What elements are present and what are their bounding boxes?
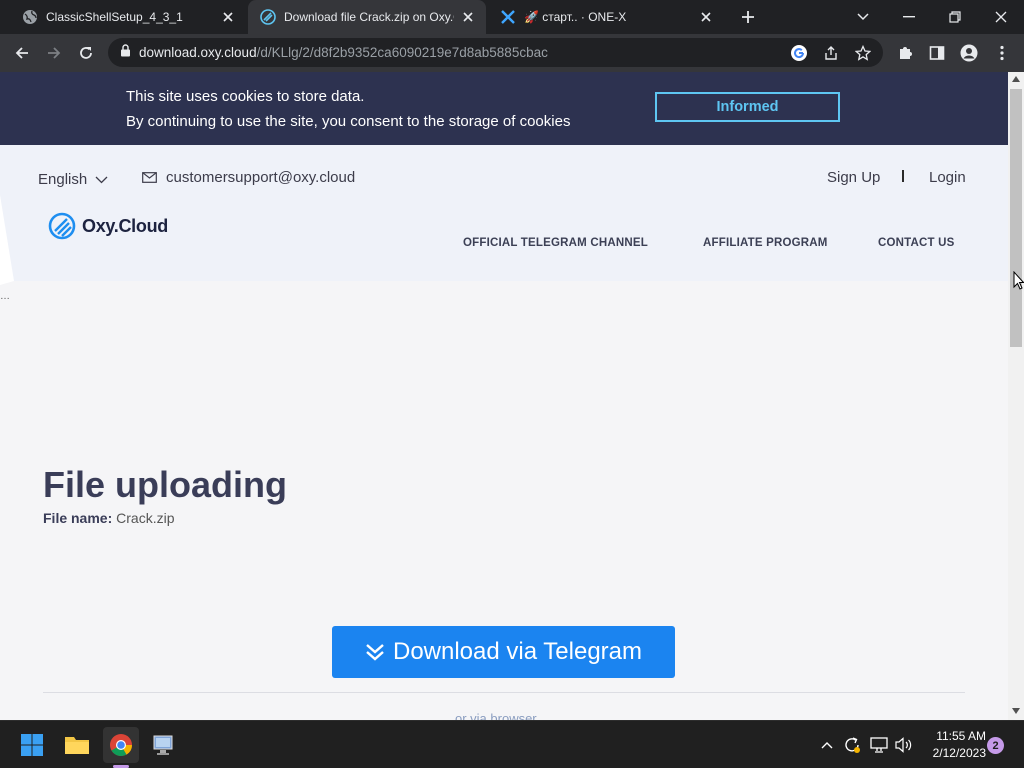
computer-icon	[153, 735, 173, 755]
decorative-shape	[0, 195, 14, 285]
oxy-cloud-logo-icon	[48, 212, 76, 240]
new-tab-button[interactable]	[736, 6, 760, 28]
reload-button[interactable]	[71, 38, 101, 68]
start-button[interactable]	[14, 727, 50, 763]
file-explorer-button[interactable]	[59, 727, 95, 763]
tab-classicshell[interactable]: ClassicShellSetup_4_3_1	[10, 0, 246, 34]
forward-button[interactable]	[39, 38, 69, 68]
download-telegram-button[interactable]: Download via Telegram	[332, 626, 675, 678]
login-link[interactable]: Login	[929, 169, 966, 186]
tab-search-icon[interactable]	[840, 0, 886, 34]
close-window-icon[interactable]	[978, 0, 1024, 34]
windows-taskbar: 11:55 AM 2/12/2023 2	[0, 720, 1024, 768]
support-email[interactable]: customersupport@oxy.cloud	[142, 169, 355, 186]
close-tab-icon[interactable]	[698, 9, 714, 25]
cookie-line-2: By continuing to use the site, you conse…	[126, 113, 571, 130]
extensions-icon[interactable]	[894, 42, 916, 64]
mail-icon	[142, 172, 157, 183]
clock-time: 11:55 AM	[936, 729, 986, 743]
mouse-cursor-icon	[1013, 271, 1024, 290]
section-divider	[43, 692, 965, 693]
network-icon[interactable]	[869, 735, 889, 755]
file-name-row: File name: Crack.zip	[43, 510, 175, 526]
email-text: customersupport@oxy.cloud	[166, 169, 356, 186]
page-scrollbar[interactable]	[1008, 72, 1024, 720]
folder-icon	[65, 737, 89, 754]
lock-icon[interactable]	[120, 43, 131, 62]
volume-icon[interactable]	[894, 735, 914, 755]
address-bar[interactable]: download.oxy.cloud/d/KLlg/2/d8f2b9352ca6…	[108, 38, 883, 67]
page-title: File uploading	[43, 464, 287, 505]
cookie-banner: This site uses cookies to store data. By…	[0, 72, 1008, 145]
chevron-down-icon	[95, 176, 108, 184]
file-name-label: File name:	[43, 510, 113, 526]
share-icon[interactable]	[822, 44, 840, 62]
tab-onex[interactable]: 🚀 старт.. · ONE-X	[488, 0, 724, 34]
tab-title: ClassicShellSetup_4_3_1	[46, 10, 183, 24]
clock-date: 2/12/2023	[932, 746, 986, 760]
show-hidden-icons-chevron-icon[interactable]	[817, 735, 837, 755]
windows-logo-icon	[21, 734, 43, 756]
site-logo[interactable]: Oxy.Cloud	[48, 212, 168, 240]
google-icon[interactable]	[790, 44, 808, 62]
tab-title: 🚀 старт.. · ONE-X	[524, 10, 627, 24]
nav-contact-us[interactable]: CONTACT US	[878, 237, 955, 249]
sign-up-link[interactable]: Sign Up	[827, 169, 880, 186]
tab-title: Download file Crack.zip on Oxy.Cloud	[284, 10, 454, 24]
update-sync-icon[interactable]	[842, 735, 862, 755]
cookie-line-1: This site uses cookies to store data.	[126, 88, 365, 105]
cookie-message: This site uses cookies to store data. By…	[126, 84, 570, 134]
url-text: download.oxy.cloud/d/KLlg/2/d8f2b9352ca6…	[139, 45, 548, 60]
chrome-icon	[110, 734, 132, 756]
globe-icon	[22, 9, 38, 25]
chrome-taskbar-button[interactable]	[103, 727, 139, 763]
profile-icon[interactable]	[958, 42, 980, 64]
restore-icon[interactable]	[932, 0, 978, 34]
scrollbar-thumb[interactable]	[1010, 89, 1022, 347]
nav-telegram-channel[interactable]: OFFICIAL TELEGRAM CHANNEL	[463, 237, 648, 249]
download-button-label: Download via Telegram	[392, 638, 643, 665]
taskbar-clock[interactable]: 11:55 AM 2/12/2023	[920, 728, 986, 762]
bookmark-star-icon[interactable]	[854, 44, 872, 62]
page-viewport: This site uses cookies to store data. By…	[0, 72, 1008, 720]
language-label: English	[38, 171, 88, 188]
close-tab-icon[interactable]	[460, 9, 476, 25]
auth-divider	[902, 170, 904, 182]
browser-toolbar: download.oxy.cloud/d/KLlg/2/d8f2b9352ca6…	[0, 34, 1024, 72]
scroll-down-icon[interactable]	[1012, 708, 1020, 714]
oxy-cloud-icon	[260, 9, 276, 25]
close-tab-icon[interactable]	[220, 9, 236, 25]
back-button[interactable]	[7, 38, 37, 68]
onex-icon	[500, 9, 516, 25]
minimize-icon[interactable]	[886, 0, 932, 34]
notification-badge[interactable]: 2	[987, 737, 1004, 754]
side-panel-icon[interactable]	[926, 42, 948, 64]
download-via-browser-link[interactable]: or via browser	[455, 711, 537, 720]
tab-oxy-cloud[interactable]: Download file Crack.zip on Oxy.Cloud	[248, 0, 486, 34]
scroll-up-icon[interactable]	[1012, 76, 1020, 82]
language-selector[interactable]: English	[38, 171, 108, 188]
ellipsis-marker: …	[0, 291, 10, 302]
menu-kebab-icon[interactable]	[991, 42, 1013, 64]
logo-text: Oxy.Cloud	[82, 215, 168, 236]
browser-tab-strip: ClassicShellSetup_4_3_1 Download file Cr…	[0, 0, 1024, 34]
file-name-value: Crack.zip	[116, 510, 175, 526]
informed-button[interactable]: Informed	[655, 92, 840, 122]
double-chevron-down-icon	[365, 642, 385, 662]
network-app-button[interactable]	[146, 727, 182, 763]
nav-affiliate-program[interactable]: AFFILIATE PROGRAM	[703, 237, 828, 249]
